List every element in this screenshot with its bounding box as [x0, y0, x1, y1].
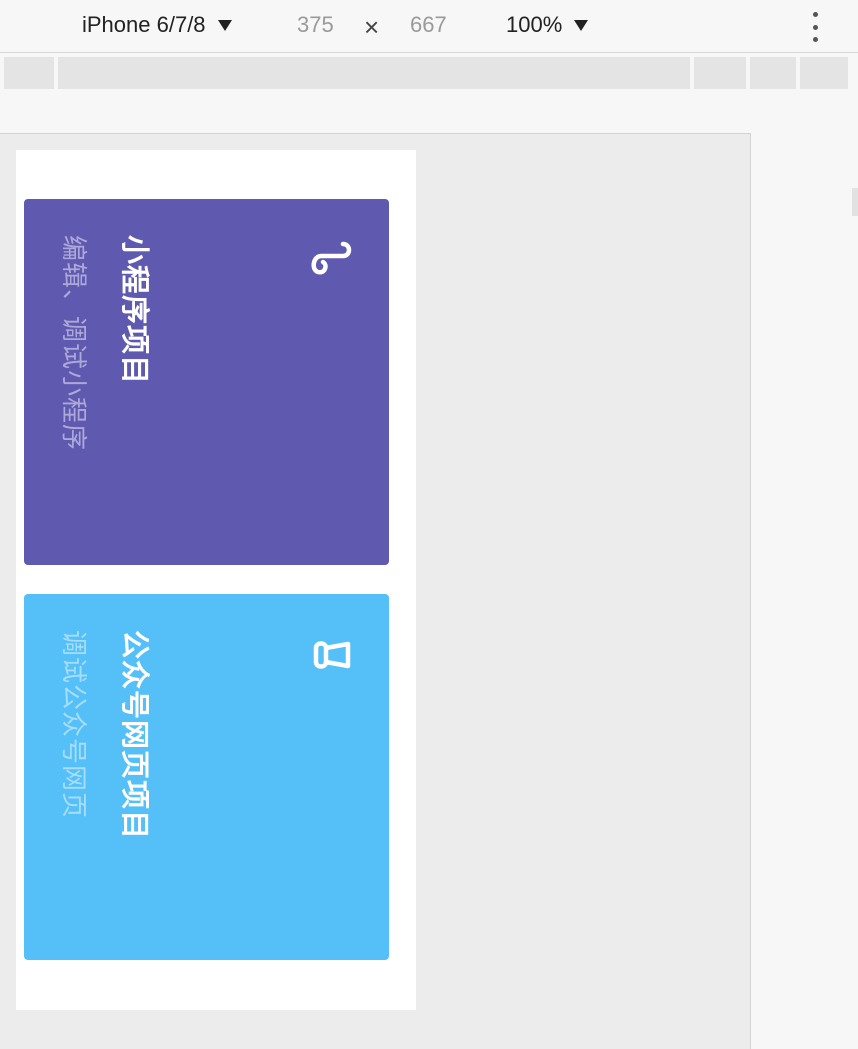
card-title: 公众号网页项目 — [118, 630, 150, 841]
height-field[interactable]: 667 — [410, 12, 447, 38]
device-label: iPhone 6/7/8 — [82, 12, 206, 37]
official-account-icon — [313, 641, 351, 669]
chevron-down-icon — [574, 19, 589, 31]
mini-program-project-card[interactable]: 小程序项目 编辑、调试小程序 — [24, 199, 389, 565]
card-description: 编辑、调试小程序 — [59, 235, 89, 452]
device-select[interactable]: iPhone 6/7/8 — [82, 12, 232, 38]
media-query-bar[interactable] — [750, 57, 796, 89]
mini-program-icon — [311, 241, 352, 275]
media-query-bar[interactable] — [58, 57, 690, 89]
times-icon: × — [364, 12, 380, 42]
media-query-bar[interactable] — [4, 57, 54, 89]
card-title: 小程序项目 — [118, 235, 150, 386]
media-query-bar[interactable] — [800, 57, 848, 89]
more-options-icon[interactable] — [808, 12, 822, 42]
zoom-label: 100% — [506, 12, 563, 37]
official-account-project-card[interactable]: 公众号网页项目 调试公众号网页 — [24, 594, 389, 960]
width-field[interactable]: 375 — [297, 12, 334, 38]
chevron-down-icon — [217, 19, 232, 31]
device-viewport: 小程序项目 编辑、调试小程序 公众号网页项目 调试公众号网页 — [16, 150, 416, 1010]
zoom-select[interactable]: 100% — [506, 12, 589, 38]
media-query-bar[interactable] — [694, 57, 746, 89]
device-toolbar: iPhone 6/7/8 375 × 667 100% — [0, 0, 858, 53]
card-description: 调试公众号网页 — [59, 630, 89, 820]
scrollbar[interactable] — [852, 188, 858, 216]
